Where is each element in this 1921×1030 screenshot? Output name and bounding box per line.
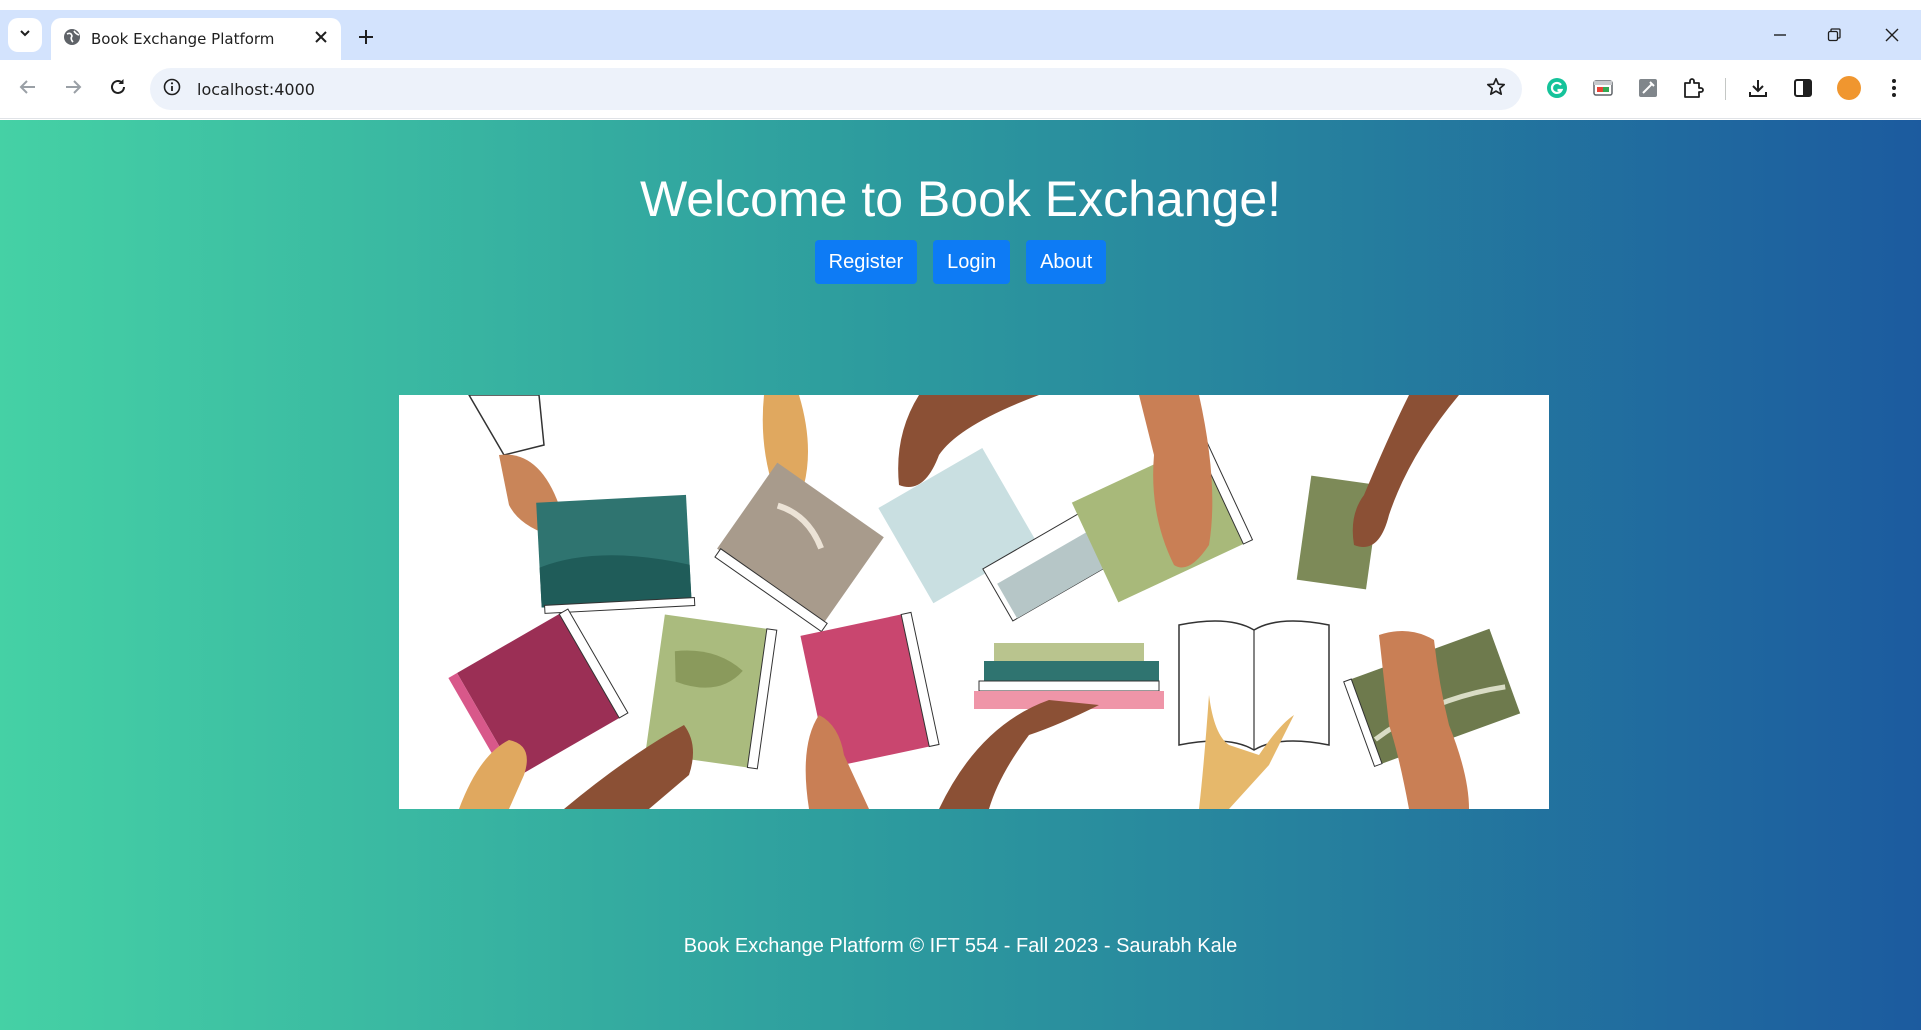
- pen-extension[interactable]: [1635, 77, 1661, 103]
- tab-search-icon: [18, 26, 32, 45]
- close-icon: [315, 30, 327, 48]
- books-and-hands-illustration: [399, 395, 1549, 809]
- restore-icon: [1827, 27, 1841, 47]
- side-panel-button[interactable]: [1790, 77, 1816, 103]
- footer-text: Book Exchange Platform © IFT 554 - Fall …: [683, 935, 1238, 957]
- extension-pen-icon: [1637, 77, 1659, 104]
- screen-extension[interactable]: [1590, 77, 1616, 103]
- window-close-button[interactable]: [1864, 20, 1920, 54]
- side-panel-icon: [1792, 77, 1814, 104]
- site-info-button[interactable]: [160, 77, 184, 101]
- tab-active[interactable]: Book Exchange Platform: [51, 18, 341, 60]
- window-close-icon: [1885, 28, 1899, 47]
- bookmark-button[interactable]: [1484, 77, 1508, 101]
- back-button[interactable]: [11, 72, 45, 106]
- page-body: Welcome to Book Exchange! Register Login…: [0, 120, 1921, 1030]
- tab-search-button[interactable]: [8, 18, 42, 52]
- login-button[interactable]: Login: [933, 240, 1011, 284]
- tab-title: Book Exchange Platform: [91, 30, 275, 48]
- extensions-button[interactable]: [1680, 77, 1706, 103]
- minimize-icon: [1773, 28, 1787, 47]
- grammarly-extension[interactable]: [1544, 77, 1570, 103]
- star-icon: [1486, 77, 1506, 102]
- puzzle-icon: [1682, 77, 1704, 104]
- download-icon: [1747, 77, 1769, 104]
- downloads-button[interactable]: [1745, 77, 1771, 103]
- profile-button[interactable]: [1836, 75, 1862, 106]
- grammarly-icon: [1546, 77, 1568, 104]
- hero-illustration: [399, 395, 1549, 809]
- restore-button[interactable]: [1806, 20, 1862, 54]
- page-title: Welcome to Book Exchange!: [639, 171, 1282, 227]
- url-text: localhost:4000: [197, 80, 315, 99]
- toolbar-separator: [1725, 78, 1726, 100]
- reload-button[interactable]: [101, 72, 135, 106]
- register-button[interactable]: Register: [814, 240, 918, 284]
- address-bar[interactable]: localhost:4000: [150, 68, 1522, 110]
- globe-icon: [63, 28, 81, 51]
- new-tab-button[interactable]: [352, 25, 380, 53]
- minimize-button[interactable]: [1752, 20, 1808, 54]
- about-button[interactable]: About: [1026, 240, 1107, 284]
- avatar: [1836, 75, 1862, 106]
- browser-menu-button[interactable]: [1881, 77, 1907, 103]
- tab-close-button[interactable]: [311, 29, 331, 49]
- extension-screen-icon: [1592, 77, 1614, 104]
- tab-strip: Book Exchange Platform: [0, 10, 1921, 60]
- menu-icon: [1891, 78, 1897, 103]
- forward-icon: [64, 78, 82, 101]
- info-icon: [163, 78, 181, 101]
- window-top-edge: [0, 0, 1921, 10]
- reload-icon: [109, 78, 127, 101]
- browser-toolbar: localhost:4000: [0, 60, 1921, 119]
- back-icon: [19, 78, 37, 101]
- nav-buttons: Register Login About: [0, 240, 1921, 284]
- forward-button[interactable]: [56, 72, 90, 106]
- plus-icon: [358, 29, 374, 50]
